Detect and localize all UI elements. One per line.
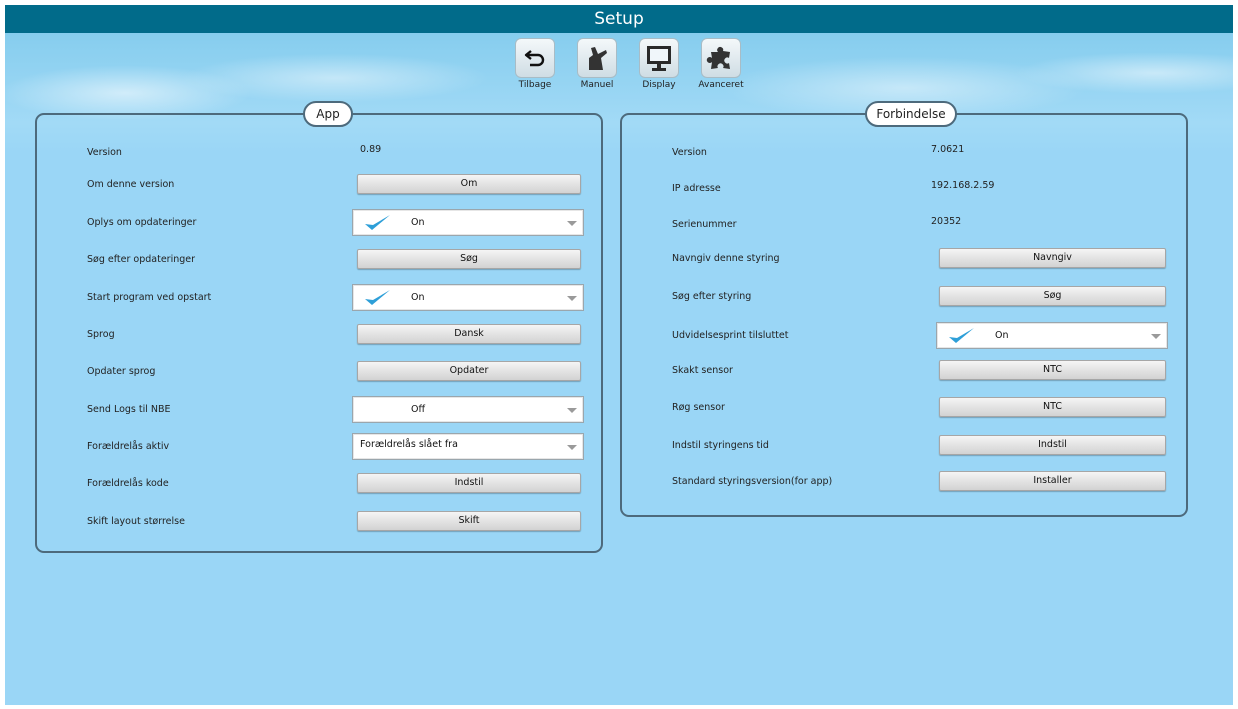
about-button[interactable]: Om <box>357 174 581 194</box>
autostart-label: Start program ved opstart <box>87 292 212 303</box>
display-button[interactable]: Display <box>628 38 690 90</box>
notify-updates-value: On <box>411 217 425 228</box>
notify-updates-row: Oplys om opdateringer On <box>37 209 601 236</box>
parental-active-label: Forældrelås aktiv <box>87 441 170 452</box>
monitor-icon <box>639 38 679 78</box>
standard-version-button[interactable]: Installer <box>939 471 1166 491</box>
expansion-row: Udvidelsesprint tilsluttet On <box>622 322 1186 349</box>
smoke-sensor-button[interactable]: NTC <box>939 397 1166 417</box>
check-icon <box>947 326 977 350</box>
update-language-button[interactable]: Opdater <box>357 361 581 381</box>
manual-label: Manuel <box>580 80 614 90</box>
app-version-row: Version 0.89 <box>37 142 601 166</box>
back-button[interactable]: Tilbage <box>504 38 566 90</box>
app-panel: App Version 0.89 Om denne version Om Opl… <box>35 101 603 553</box>
connection-panel: Forbindelse Version 7.0621 IP adresse 19… <box>620 101 1188 517</box>
language-button[interactable]: Dansk <box>357 324 581 344</box>
expansion-label: Udvidelsesprint tilsluttet <box>672 330 789 341</box>
search-controller-button[interactable]: Søg <box>939 286 1166 306</box>
parental-code-row: Forældrelås kode Indstil <box>37 473 601 497</box>
window-title: Setup <box>5 5 1233 33</box>
dropdown-arrow-icon <box>567 296 577 301</box>
send-logs-label: Send Logs til NBE <box>87 404 171 415</box>
name-controller-row: Navngiv denne styring Navngiv <box>622 248 1186 272</box>
set-time-label: Indstil styringens tid <box>672 440 769 451</box>
hand-icon <box>577 38 617 78</box>
app-version-value: 0.89 <box>360 144 382 155</box>
back-label: Tilbage <box>518 80 552 90</box>
shaft-sensor-label: Skakt sensor <box>672 365 733 376</box>
ip-label: IP adresse <box>672 183 721 194</box>
dropdown-arrow-icon <box>567 221 577 226</box>
search-controller-label: Søg efter styring <box>672 291 752 302</box>
send-logs-value: Off <box>411 404 426 415</box>
advanced-label: Avanceret <box>698 80 744 90</box>
notify-updates-label: Oplys om opdateringer <box>87 217 197 228</box>
check-icon <box>363 213 393 237</box>
name-controller-label: Navngiv denne styring <box>672 253 780 264</box>
update-language-row: Opdater sprog Opdater <box>37 361 601 385</box>
expansion-value: On <box>995 330 1009 341</box>
controller-version-value: 7.0621 <box>931 144 965 155</box>
app-panel-title: App <box>303 101 353 127</box>
notify-updates-dropdown[interactable]: On <box>352 209 584 236</box>
search-updates-label: Søg efter opdateringer <box>87 254 196 265</box>
shaft-sensor-row: Skakt sensor NTC <box>622 360 1186 384</box>
back-arrow-icon <box>515 38 555 78</box>
app-version-label: Version <box>87 147 122 158</box>
smoke-sensor-label: Røg sensor <box>672 402 725 413</box>
ip-value: 192.168.2.59 <box>931 180 995 191</box>
advanced-button[interactable]: Avanceret <box>690 38 752 90</box>
puzzle-icon <box>701 38 741 78</box>
toolbar: Tilbage Manuel Display Avanceret <box>504 38 752 90</box>
standard-version-row: Standard styringsversion(for app) Instal… <box>622 471 1186 495</box>
set-time-row: Indstil styringens tid Indstil <box>622 435 1186 459</box>
autostart-row: Start program ved opstart On <box>37 284 601 311</box>
about-label: Om denne version <box>87 179 175 190</box>
autostart-value: On <box>411 292 425 303</box>
parental-code-label: Forældrelås kode <box>87 478 169 489</box>
parental-active-value: Forældrelås slået fra <box>360 439 458 450</box>
set-time-button[interactable]: Indstil <box>939 435 1166 455</box>
standard-version-label: Standard styringsversion(for app) <box>672 476 833 487</box>
send-logs-dropdown[interactable]: Off <box>352 396 584 423</box>
update-language-label: Opdater sprog <box>87 366 156 377</box>
dropdown-arrow-icon <box>567 408 577 413</box>
language-label: Sprog <box>87 329 115 340</box>
serial-label: Serienummer <box>672 219 737 230</box>
shaft-sensor-button[interactable]: NTC <box>939 360 1166 380</box>
name-controller-button[interactable]: Navngiv <box>939 248 1166 268</box>
controller-version-label: Version <box>672 147 707 158</box>
about-row: Om denne version Om <box>37 174 601 198</box>
controller-version-row: Version 7.0621 <box>622 142 1186 166</box>
ip-row: IP adresse 192.168.2.59 <box>622 178 1186 202</box>
display-label: Display <box>642 80 676 90</box>
layout-size-button[interactable]: Skift <box>357 511 581 531</box>
expansion-dropdown[interactable]: On <box>936 322 1168 349</box>
send-logs-row: Send Logs til NBE Off <box>37 396 601 423</box>
layout-size-row: Skift layout størrelse Skift <box>37 511 601 535</box>
dropdown-arrow-icon <box>1151 334 1161 339</box>
search-updates-button[interactable]: Søg <box>357 249 581 269</box>
parental-active-row: Forældrelås aktiv Forældrelås slået fra <box>37 433 601 460</box>
connection-panel-title: Forbindelse <box>865 101 957 127</box>
smoke-sensor-row: Røg sensor NTC <box>622 397 1186 421</box>
language-row: Sprog Dansk <box>37 324 601 348</box>
layout-size-label: Skift layout størrelse <box>87 516 185 527</box>
search-updates-row: Søg efter opdateringer Søg <box>37 249 601 273</box>
autostart-dropdown[interactable]: On <box>352 284 584 311</box>
parental-active-dropdown[interactable]: Forældrelås slået fra <box>352 433 584 460</box>
manual-button[interactable]: Manuel <box>566 38 628 90</box>
search-controller-row: Søg efter styring Søg <box>622 286 1186 310</box>
check-icon <box>363 288 393 312</box>
parental-code-button[interactable]: Indstil <box>357 473 581 493</box>
serial-value: 20352 <box>931 216 962 227</box>
dropdown-arrow-icon <box>567 445 577 450</box>
serial-row: Serienummer 20352 <box>622 214 1186 238</box>
